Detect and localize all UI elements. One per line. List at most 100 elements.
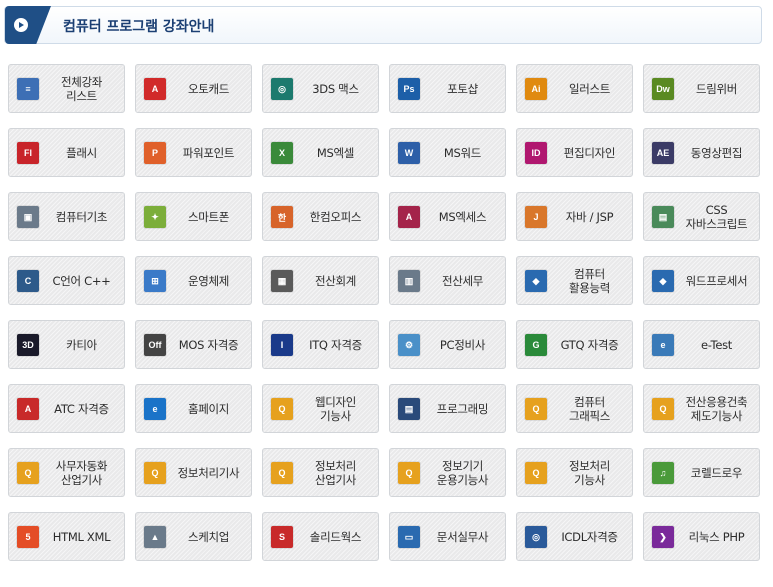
course-tile[interactable]: I ITQ 자격증 (262, 320, 379, 369)
atc-icon: A (17, 398, 39, 420)
course-tile[interactable]: ▲ 스케치업 (135, 512, 252, 561)
3ds-max-icon: ◎ (271, 78, 293, 100)
course-tile[interactable]: Q 정보처리기사 (135, 448, 252, 497)
course-label: HTML XML (52, 529, 111, 544)
mos-icon: Off (144, 334, 166, 356)
catia-icon: 3D (17, 334, 39, 356)
course-tile[interactable]: C C언어 C++ (8, 256, 125, 305)
course-tile[interactable]: ✦ 스마트폰 (135, 192, 252, 241)
course-label: MS엑세스 (438, 209, 487, 224)
course-label: 워드프로세서 (685, 273, 748, 288)
solidworks-icon: S (271, 526, 293, 548)
course-label: 자바 / JSP (565, 209, 614, 224)
course-tile[interactable]: Fl 플래시 (8, 128, 125, 177)
course-tile[interactable]: ▭ 문서실무사 (389, 512, 506, 561)
course-tile[interactable]: ◎ ICDL자격증 (516, 512, 633, 561)
course-label: 드림위버 (695, 81, 738, 96)
course-label: 리눅스 PHP (688, 529, 745, 544)
course-tile[interactable]: 3D 카티아 (8, 320, 125, 369)
course-tile[interactable]: Q 정보처리 기능사 (516, 448, 633, 497)
course-tile[interactable]: ID 편집디자인 (516, 128, 633, 177)
excel-icon: X (271, 142, 293, 164)
gtq-icon: G (525, 334, 547, 356)
computer-basics-icon: ▣ (17, 206, 39, 228)
course-tile[interactable]: e e-Test (643, 320, 760, 369)
course-tile[interactable]: X MS엑셀 (262, 128, 379, 177)
css-javascript-icon: ▤ (652, 206, 674, 228)
autocad-icon: A (144, 78, 166, 100)
course-tile[interactable]: ▣ 컴퓨터기초 (8, 192, 125, 241)
course-tile[interactable]: ▤ 프로그래밍 (389, 384, 506, 433)
course-label: 포토샵 (447, 81, 478, 96)
q-net-icon: Q (525, 462, 547, 484)
header-tab (5, 6, 51, 44)
course-tile[interactable]: ◆ 컴퓨터 활용능력 (516, 256, 633, 305)
course-tile[interactable]: Q 정보기기 운용기능사 (389, 448, 506, 497)
course-label: 컴퓨터 활용능력 (568, 266, 611, 295)
course-tile[interactable]: Ps 포토샵 (389, 64, 506, 113)
course-tile[interactable]: ▥ 전산세무 (389, 256, 506, 305)
hancom-office-icon: 한 (271, 206, 293, 228)
course-label: 전산회계 (314, 273, 357, 288)
course-label: 운영체제 (187, 273, 230, 288)
course-label: 3DS 맥스 (312, 81, 359, 96)
course-tile[interactable]: ❯ 리눅스 PHP (643, 512, 760, 561)
after-effects-icon: AE (652, 142, 674, 164)
course-label: 플래시 (66, 145, 97, 160)
course-tile[interactable]: W MS워드 (389, 128, 506, 177)
course-label: 정보처리 기능사 (568, 458, 611, 487)
section-header: 컴퓨터 프로그램 강좌안내 (4, 6, 762, 44)
course-tile[interactable]: e 홈페이지 (135, 384, 252, 433)
course-tile[interactable]: Q 사무자동화 산업기사 (8, 448, 125, 497)
access-icon: A (398, 206, 420, 228)
course-label: 파워포인트 (182, 145, 235, 160)
programming-icon: ▤ (398, 398, 420, 420)
q-net-icon: Q (652, 398, 674, 420)
play-circle-icon (14, 18, 28, 32)
course-tile[interactable]: ⊞ 운영체제 (135, 256, 252, 305)
course-label: MS엑셀 (316, 145, 355, 160)
course-tile[interactable]: Off MOS 자격증 (135, 320, 252, 369)
course-tile[interactable]: ◎ 3DS 맥스 (262, 64, 379, 113)
q-net-icon: Q (525, 398, 547, 420)
course-label: 한컴오피스 (309, 209, 362, 224)
course-tile[interactable]: J 자바 / JSP (516, 192, 633, 241)
course-tile[interactable]: A MS엑세스 (389, 192, 506, 241)
course-tile[interactable]: AE 동영상편집 (643, 128, 760, 177)
course-tile[interactable]: Q 컴퓨터 그래픽스 (516, 384, 633, 433)
course-label: 일러스트 (568, 81, 611, 96)
course-tile[interactable]: ▤ CSS 자바스크립트 (643, 192, 760, 241)
course-tile[interactable]: 5 HTML XML (8, 512, 125, 561)
document-icon: ▭ (398, 526, 420, 548)
course-tile[interactable]: 한 한컴오피스 (262, 192, 379, 241)
course-tile[interactable]: S 솔리드웍스 (262, 512, 379, 561)
course-tile[interactable]: ▦ 전산회계 (262, 256, 379, 305)
course-label: MOS 자격증 (178, 337, 239, 352)
course-tile[interactable]: A 오토캐드 (135, 64, 252, 113)
icdl-icon: ◎ (525, 526, 547, 548)
html5-icon: 5 (17, 526, 39, 548)
course-tile[interactable]: ♫ 코렐드로우 (643, 448, 760, 497)
course-tile[interactable]: ≡ 전체강좌 리스트 (8, 64, 125, 113)
course-tile[interactable]: Q 정보처리 산업기사 (262, 448, 379, 497)
course-tile[interactable]: Q 웹디자인 기능사 (262, 384, 379, 433)
course-tile[interactable]: Dw 드림위버 (643, 64, 760, 113)
course-tile[interactable]: A ATC 자격증 (8, 384, 125, 433)
computer-skills-icon: ◆ (525, 270, 547, 292)
course-tile[interactable]: ◆ 워드프로세서 (643, 256, 760, 305)
pc-repair-icon: ⚙ (398, 334, 420, 356)
list-icon: ≡ (17, 78, 39, 100)
q-net-icon: Q (271, 398, 293, 420)
course-label: 스마트폰 (187, 209, 230, 224)
course-tile[interactable]: ⚙ PC정비사 (389, 320, 506, 369)
course-tile[interactable]: Ai 일러스트 (516, 64, 633, 113)
accounting-icon: ▦ (271, 270, 293, 292)
c-language-icon: C (17, 270, 39, 292)
itq-icon: I (271, 334, 293, 356)
course-tile[interactable]: P 파워포인트 (135, 128, 252, 177)
course-label: 카티아 (66, 337, 97, 352)
course-label: 정보처리 산업기사 (314, 458, 357, 487)
course-tile[interactable]: G GTQ 자격증 (516, 320, 633, 369)
course-tile[interactable]: Q 전산응용건축 제도기능사 (643, 384, 760, 433)
illustrator-icon: Ai (525, 78, 547, 100)
